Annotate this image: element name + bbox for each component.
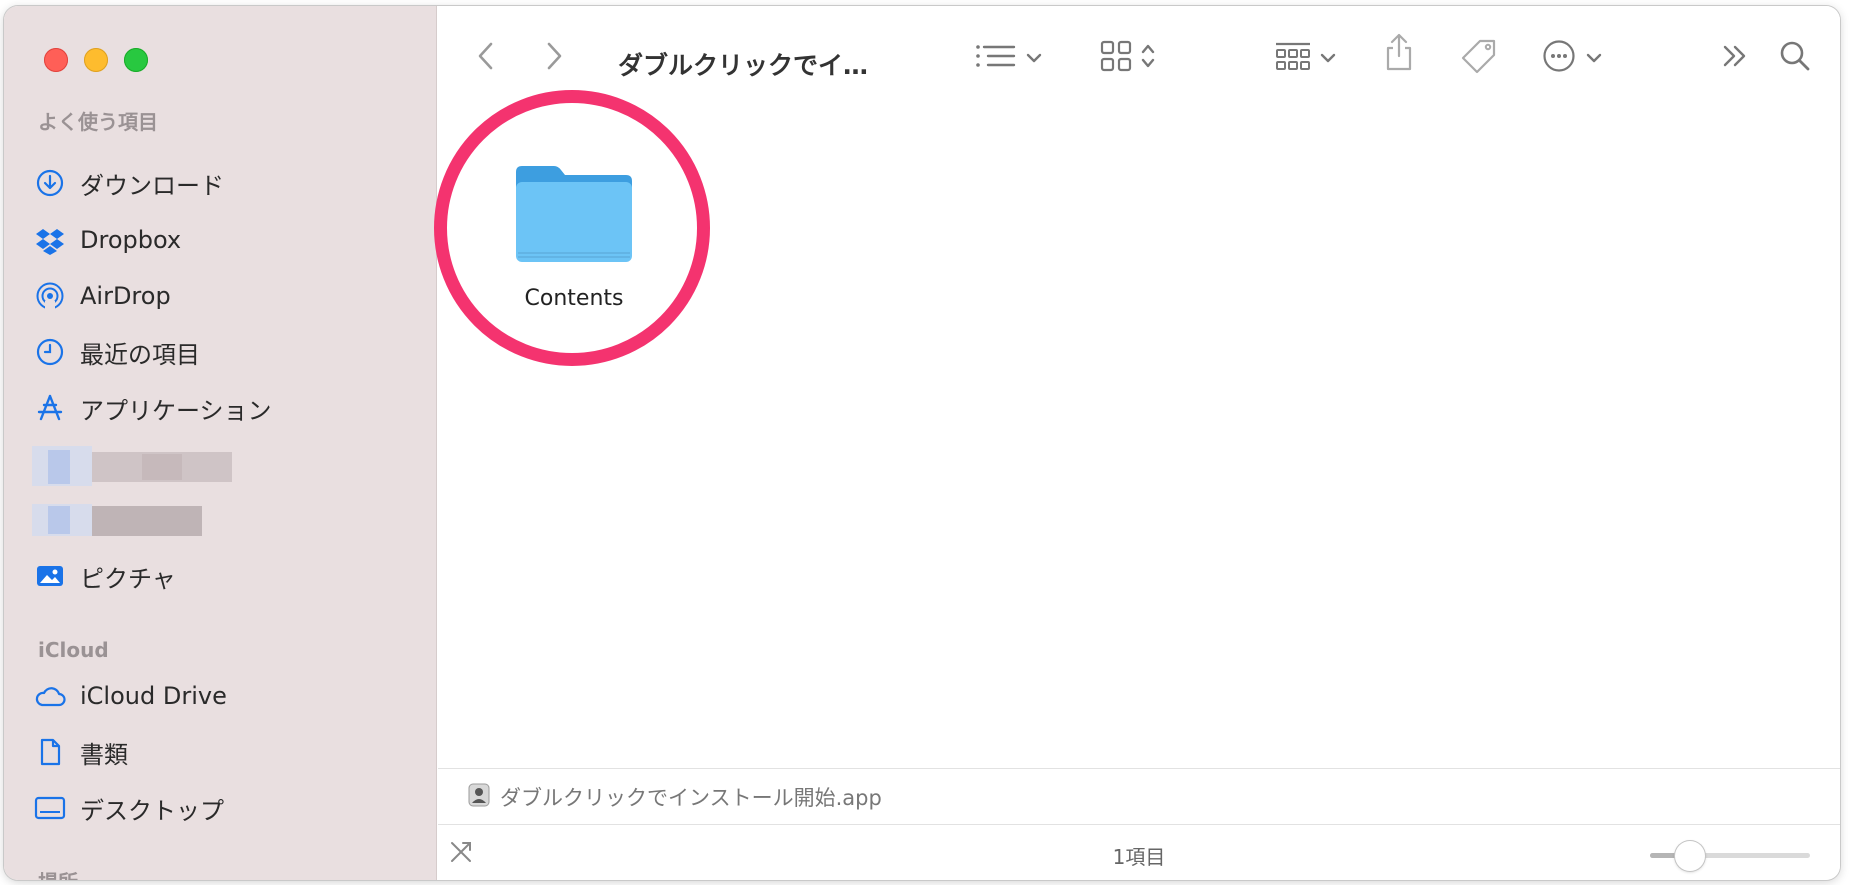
sidebar-item-label: ピクチャ [80, 564, 176, 593]
sidebar: よく使う項目 ダウンロード Dropbox AirDrop 最近の項目 アプリケ… [4, 6, 437, 880]
chevron-right-icon [542, 40, 566, 76]
sidebar-item-label: デスクトップ [80, 796, 224, 825]
chevron-up-down-icon [1140, 42, 1156, 74]
sidebar-item-label: Dropbox [80, 226, 182, 254]
share-icon [1384, 32, 1414, 76]
chevron-down-icon [1320, 49, 1336, 68]
window-title: ダブルクリックでイ… [618, 51, 869, 80]
item-count: 1項目 [1112, 845, 1166, 869]
list-view-menu-button[interactable] [974, 40, 1042, 76]
sidebar-item-icloud-drive[interactable]: iCloud Drive [34, 674, 424, 718]
search-button[interactable] [1778, 40, 1812, 76]
sidebar-item-documents[interactable]: 書類 [34, 730, 424, 774]
redacted-sidebar-item[interactable] [32, 500, 212, 540]
chevron-down-icon [1586, 49, 1602, 68]
desktop-icon [34, 792, 66, 824]
status-bar: 1項目 [438, 824, 1840, 880]
sidebar-item-label: AirDrop [80, 282, 171, 310]
redacted-sidebar-item[interactable] [32, 446, 282, 486]
finder-window: よく使う項目 ダウンロード Dropbox AirDrop 最近の項目 アプリケ… [4, 6, 1840, 880]
favorites-section-title: よく使う項目 [38, 110, 158, 134]
share-button[interactable] [1384, 33, 1414, 72]
sidebar-item-applications[interactable]: アプリケーション [34, 386, 424, 430]
icloud-section-title: iCloud [38, 638, 109, 662]
search-icon [1778, 39, 1812, 77]
path-bar: ダブルクリックでインストール開始.app [438, 768, 1840, 824]
chevron-left-icon [474, 40, 498, 76]
window-controls [44, 48, 148, 72]
sidebar-item-recents[interactable]: 最近の項目 [34, 330, 424, 374]
sidebar-item-dropbox[interactable]: Dropbox [34, 218, 424, 262]
minimize-window-button[interactable] [84, 48, 108, 72]
tag-icon [1460, 38, 1498, 78]
double-chevron-right-icon [1720, 41, 1750, 75]
sidebar-item-downloads[interactable]: ダウンロード [34, 161, 424, 205]
path-bar-item[interactable]: ダブルクリックでインストール開始.app [500, 782, 882, 812]
download-icon [34, 167, 66, 199]
zoom-window-button[interactable] [124, 48, 148, 72]
airdrop-icon [34, 280, 66, 312]
sidebar-item-label: iCloud Drive [80, 682, 227, 710]
action-menu-button[interactable] [1542, 40, 1602, 76]
slider-knob[interactable] [1675, 841, 1705, 871]
list-view-icon [974, 41, 1018, 75]
icon-size-slider[interactable] [1650, 841, 1810, 871]
close-window-button[interactable] [44, 48, 68, 72]
group-icon [1274, 40, 1312, 76]
chevron-down-icon [1026, 49, 1042, 68]
group-menu-button[interactable] [1274, 40, 1336, 76]
more-icon [1542, 39, 1576, 77]
locations-section-title: 場所 [38, 866, 78, 880]
icon-view-button[interactable] [1100, 40, 1156, 76]
sidebar-item-label: アプリケーション [80, 396, 272, 425]
toolbar-overflow-button[interactable] [1720, 40, 1750, 76]
dropbox-icon [34, 224, 66, 256]
forward-button[interactable] [542, 40, 566, 76]
sidebar-item-label: ダウンロード [80, 171, 224, 200]
tags-button[interactable] [1460, 38, 1498, 78]
document-icon [34, 736, 66, 768]
cloud-icon [34, 680, 66, 712]
sidebar-item-pictures[interactable]: ピクチャ [34, 554, 424, 598]
photo-icon [34, 560, 66, 592]
sidebar-item-desktop[interactable]: デスクトップ [34, 786, 424, 830]
sidebar-item-airdrop[interactable]: AirDrop [34, 274, 424, 318]
sidebar-item-label: 書類 [80, 740, 128, 769]
back-button[interactable] [474, 40, 498, 76]
clock-icon [34, 336, 66, 368]
grid-view-icon [1100, 40, 1132, 76]
app-icon [468, 783, 490, 811]
toolbar: ダブルクリックでイ… [438, 6, 1840, 102]
applications-icon [34, 392, 66, 424]
sidebar-item-label: 最近の項目 [80, 340, 200, 369]
main-pane: ダブルクリックでイ… Contents ダブルクリックでインストール開始.app… [434, 6, 1840, 880]
highlight-annotation-circle [434, 90, 710, 366]
